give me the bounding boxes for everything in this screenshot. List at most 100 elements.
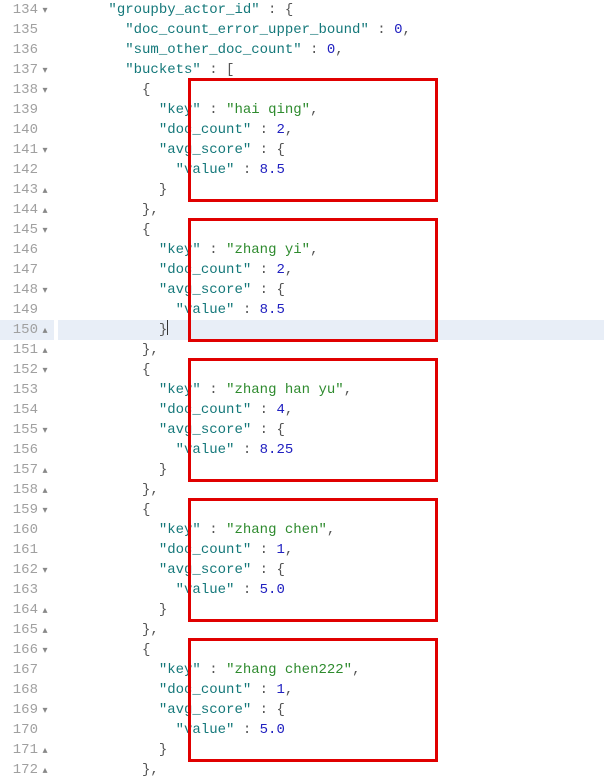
gutter-line[interactable]: 146· <box>0 240 54 260</box>
code-line[interactable]: } <box>58 600 604 620</box>
code-line[interactable]: { <box>58 640 604 660</box>
fold-open-icon[interactable]: ▾ <box>40 82 50 102</box>
code-line[interactable]: "key" : "zhang han yu", <box>58 380 604 400</box>
code-line[interactable]: "value" : 8.5 <box>58 160 604 180</box>
code-line[interactable]: { <box>58 500 604 520</box>
gutter-line[interactable]: 144▴ <box>0 200 54 220</box>
code-line[interactable]: { <box>58 360 604 380</box>
gutter-line[interactable]: 162▾ <box>0 560 54 580</box>
fold-open-icon[interactable]: ▾ <box>40 222 50 242</box>
gutter-line[interactable]: 160· <box>0 520 54 540</box>
code-line[interactable]: "sum_other_doc_count" : 0, <box>58 40 604 60</box>
code-line[interactable]: } <box>58 180 604 200</box>
code-line[interactable]: "key" : "zhang chen222", <box>58 660 604 680</box>
code-line[interactable]: "groupby_actor_id" : { <box>58 0 604 20</box>
code-line[interactable]: "key" : "zhang chen", <box>58 520 604 540</box>
code-line[interactable]: "key" : "hai qing", <box>58 100 604 120</box>
code-line[interactable]: }, <box>58 340 604 360</box>
code-line[interactable]: } <box>58 740 604 760</box>
code-line[interactable]: "doc_count" : 1, <box>58 540 604 560</box>
fold-open-icon[interactable]: ▾ <box>40 142 50 162</box>
fold-close-icon[interactable]: ▴ <box>40 202 50 222</box>
gutter-line[interactable]: 157▴ <box>0 460 54 480</box>
fold-close-icon[interactable]: ▴ <box>40 762 50 782</box>
code-line[interactable]: }, <box>58 760 604 780</box>
code-area[interactable]: "groupby_actor_id" : { "doc_count_error_… <box>54 0 604 780</box>
gutter-line[interactable]: 166▾ <box>0 640 54 660</box>
code-line[interactable]: { <box>58 80 604 100</box>
code-line[interactable]: "doc_count" : 1, <box>58 680 604 700</box>
fold-open-icon[interactable]: ▾ <box>40 282 50 302</box>
gutter-line[interactable]: 134▾ <box>0 0 54 20</box>
gutter-line[interactable]: 154· <box>0 400 54 420</box>
fold-open-icon[interactable]: ▾ <box>40 702 50 722</box>
fold-close-icon[interactable]: ▴ <box>40 742 50 762</box>
gutter-line[interactable]: 135· <box>0 20 54 40</box>
gutter-line[interactable]: 148▾ <box>0 280 54 300</box>
fold-close-icon[interactable]: ▴ <box>40 342 50 362</box>
fold-open-icon[interactable]: ▾ <box>40 422 50 442</box>
gutter-line[interactable]: 151▴ <box>0 340 54 360</box>
gutter-line[interactable]: 171▴ <box>0 740 54 760</box>
gutter-line[interactable]: 165▴ <box>0 620 54 640</box>
code-editor[interactable]: 134▾135·136·137▾138▾139·140·141▾142·143▴… <box>0 0 604 780</box>
gutter-line[interactable]: 170· <box>0 720 54 740</box>
fold-close-icon[interactable]: ▴ <box>40 322 50 342</box>
fold-close-icon[interactable]: ▴ <box>40 482 50 502</box>
fold-open-icon[interactable]: ▾ <box>40 362 50 382</box>
fold-close-icon[interactable]: ▴ <box>40 622 50 642</box>
gutter-line[interactable]: 147· <box>0 260 54 280</box>
code-line[interactable]: "value" : 5.0 <box>58 720 604 740</box>
gutter-line[interactable]: 159▾ <box>0 500 54 520</box>
code-line[interactable]: "avg_score" : { <box>58 560 604 580</box>
code-line[interactable]: "doc_count" : 4, <box>58 400 604 420</box>
code-line[interactable]: "doc_count" : 2, <box>58 260 604 280</box>
gutter-line[interactable]: 138▾ <box>0 80 54 100</box>
gutter-line[interactable]: 161· <box>0 540 54 560</box>
gutter-line[interactable]: 158▴ <box>0 480 54 500</box>
gutter-line[interactable]: 142· <box>0 160 54 180</box>
gutter-line[interactable]: 150▴ <box>0 320 54 340</box>
gutter-line[interactable]: 140· <box>0 120 54 140</box>
fold-open-icon[interactable]: ▾ <box>40 62 50 82</box>
gutter-line[interactable]: 137▾ <box>0 60 54 80</box>
code-line[interactable]: { <box>58 220 604 240</box>
fold-open-icon[interactable]: ▾ <box>40 642 50 662</box>
gutter-line[interactable]: 136· <box>0 40 54 60</box>
fold-open-icon[interactable]: ▾ <box>40 502 50 522</box>
gutter-line[interactable]: 141▾ <box>0 140 54 160</box>
code-line[interactable]: "value" : 5.0 <box>58 580 604 600</box>
fold-close-icon[interactable]: ▴ <box>40 602 50 622</box>
gutter-line[interactable]: 164▴ <box>0 600 54 620</box>
gutter-line[interactable]: 156· <box>0 440 54 460</box>
code-line-active[interactable]: } <box>58 320 604 340</box>
code-line[interactable]: "avg_score" : { <box>58 280 604 300</box>
fold-close-icon[interactable]: ▴ <box>40 182 50 202</box>
code-line[interactable]: "value" : 8.25 <box>58 440 604 460</box>
code-line[interactable]: "avg_score" : { <box>58 420 604 440</box>
code-line[interactable]: "doc_count" : 2, <box>58 120 604 140</box>
code-line[interactable]: "avg_score" : { <box>58 700 604 720</box>
gutter-line[interactable]: 143▴ <box>0 180 54 200</box>
fold-open-icon[interactable]: ▾ <box>40 562 50 582</box>
gutter-line[interactable]: 153· <box>0 380 54 400</box>
code-line[interactable]: }, <box>58 620 604 640</box>
code-line[interactable]: }, <box>58 480 604 500</box>
gutter-line[interactable]: 139· <box>0 100 54 120</box>
gutter-line[interactable]: 155▾ <box>0 420 54 440</box>
code-line[interactable]: } <box>58 460 604 480</box>
gutter-line[interactable]: 152▾ <box>0 360 54 380</box>
gutter-line[interactable]: 167· <box>0 660 54 680</box>
gutter-line[interactable]: 168· <box>0 680 54 700</box>
code-line[interactable]: "avg_score" : { <box>58 140 604 160</box>
code-line[interactable]: "key" : "zhang yi", <box>58 240 604 260</box>
code-line[interactable]: }, <box>58 200 604 220</box>
fold-close-icon[interactable]: ▴ <box>40 462 50 482</box>
code-line[interactable]: "doc_count_error_upper_bound" : 0, <box>58 20 604 40</box>
gutter-line[interactable]: 149· <box>0 300 54 320</box>
code-line[interactable]: "value" : 8.5 <box>58 300 604 320</box>
gutter-line[interactable]: 172▴ <box>0 760 54 780</box>
gutter-line[interactable]: 163· <box>0 580 54 600</box>
gutter-line[interactable]: 145▾ <box>0 220 54 240</box>
gutter-line[interactable]: 169▾ <box>0 700 54 720</box>
